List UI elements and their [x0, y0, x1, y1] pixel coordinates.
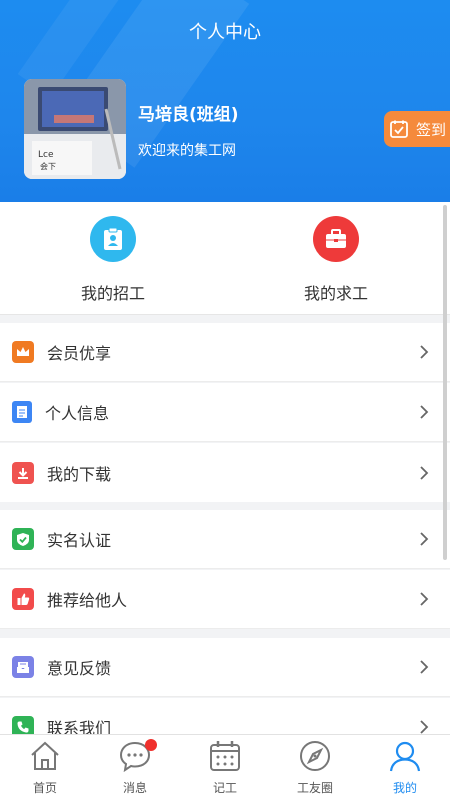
crown-icon	[12, 341, 34, 363]
page-title: 个人中心	[189, 22, 261, 43]
tab-label: 记工	[212, 781, 237, 795]
tab-messages[interactable]: 消息	[90, 739, 180, 796]
shield-check-icon	[12, 528, 34, 550]
chevron-right-icon	[420, 720, 429, 734]
chevron-right-icon	[420, 532, 429, 546]
my-recruitment-button[interactable]: 我的招工	[48, 216, 178, 304]
signin-label: 签到	[416, 120, 447, 139]
download-icon	[12, 461, 34, 484]
calendar-check-icon	[390, 120, 408, 138]
user-name: 马培良(班组)	[138, 105, 239, 125]
welcome-text: 欢迎来的集工网	[138, 143, 236, 159]
thumbs-up-icon	[12, 588, 34, 610]
profile-header: 个人中心 Lce 会下 马培良(班组) 欢迎来的集工网 签到	[0, 0, 450, 202]
user-icon	[389, 741, 421, 772]
tab-label: 我的	[392, 781, 417, 795]
menu-item-feedback[interactable]: 意见反馈	[0, 638, 450, 697]
menu-item-label: 我的下载	[47, 464, 112, 484]
chevron-right-icon	[420, 465, 429, 480]
signin-button[interactable]: 签到	[384, 111, 450, 147]
avatar[interactable]: Lce 会下	[24, 79, 126, 179]
menu-item-vip[interactable]: 会员优享	[0, 323, 450, 382]
my-job-search-button[interactable]: 我的求工	[271, 216, 401, 304]
my-job-search-label: 我的求工	[303, 284, 368, 303]
clipboard-user-icon	[104, 227, 122, 250]
chevron-right-icon	[420, 660, 429, 674]
quick-actions: 我的招工 我的求工	[0, 202, 450, 315]
tab-label: 首页	[32, 781, 57, 795]
job-icon-circle	[313, 216, 359, 262]
tab-record[interactable]: 记工	[180, 739, 270, 796]
menu-item-verification[interactable]: 实名认证	[0, 510, 450, 569]
compass-icon	[300, 741, 330, 771]
menu-item-label: 实名认证	[47, 531, 112, 550]
tab-workmates[interactable]: 工友圈	[270, 739, 360, 796]
briefcase-icon	[326, 229, 346, 248]
menu-item-label: 会员优享	[47, 344, 112, 363]
chevron-right-icon	[420, 592, 429, 606]
menu-item-downloads[interactable]: 我的下载	[0, 443, 450, 502]
home-icon	[31, 741, 59, 770]
menu-item-recommend[interactable]: 推荐给他人	[0, 570, 450, 629]
svg-text:会下: 会下	[40, 161, 56, 171]
bottom-tab-bar: 首页 消息 记工 工友圈 我的	[0, 734, 450, 800]
scrollbar[interactable]	[443, 205, 447, 560]
feedback-icon	[12, 656, 34, 678]
menu-item-label: 推荐给他人	[47, 591, 128, 610]
tab-home[interactable]: 首页	[0, 739, 90, 796]
tab-label: 工友圈	[296, 781, 333, 795]
chevron-right-icon	[420, 405, 429, 419]
tab-mine[interactable]: 我的	[360, 739, 450, 796]
document-icon	[12, 401, 32, 423]
unread-badge	[145, 739, 157, 751]
tab-label: 消息	[122, 781, 147, 795]
menu-item-label: 意见反馈	[47, 659, 112, 678]
svg-text:Lce: Lce	[38, 150, 54, 160]
menu-item-label: 个人信息	[45, 404, 110, 423]
menu-item-profile[interactable]: 个人信息	[0, 383, 450, 442]
chevron-right-icon	[420, 345, 429, 359]
my-recruitment-label: 我的招工	[80, 284, 145, 303]
calendar-icon	[210, 741, 240, 771]
recruit-icon-circle	[90, 216, 136, 262]
